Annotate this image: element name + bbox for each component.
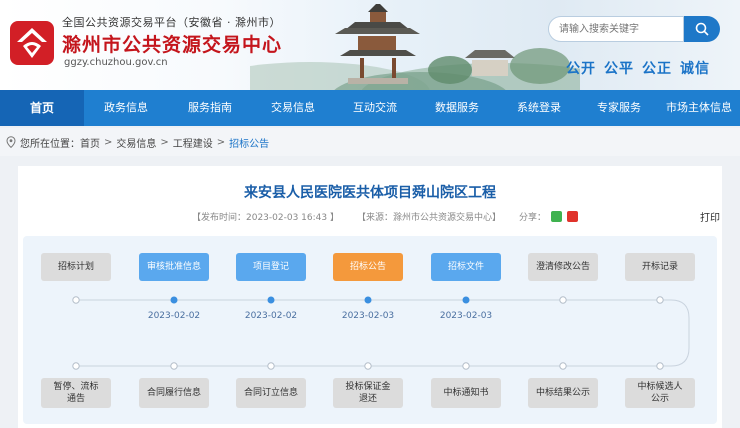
slogan-word: 公平 [604,61,634,77]
breadcrumb-link-construction[interactable]: 工程建设 [173,135,213,150]
search-icon [695,22,709,36]
nav-item-market-entity[interactable]: 市场主体信息 [658,90,740,126]
nav-item-government-info[interactable]: 政务信息 [84,90,168,126]
step-candidate-publicity[interactable]: 中标候选人 公示 [625,378,695,408]
step-deposit-refund[interactable]: 投标保证金 退还 [333,378,403,408]
article-source: 【来源：滁州市公共资源交易中心】 [356,213,501,223]
print-button[interactable]: 打印 [700,209,720,224]
site-domain: ggzy.chuzhou.gov.cn [64,57,168,68]
weibo-share-icon[interactable] [567,211,578,222]
step-award-notice[interactable]: 中标通知书 [431,378,501,408]
step-contract-performance[interactable]: 合同履行信息 [139,378,209,408]
article-card: 来安县人民医院医共体项目舜山院区工程 【发布时间：2023-02-03 16:4… [18,166,722,428]
search-input[interactable] [548,16,684,42]
slogan: 公开 公平 公正 诚信 [566,58,710,78]
step-clarification-notice[interactable]: 澄清修改公告 [528,253,598,281]
step-tender-announcement[interactable]: 招标公告 [333,253,403,281]
step-bidding-plan[interactable]: 招标计划 [41,253,111,281]
breadcrumb: 您所在位置： 首页 > 交易信息 > 工程建设 > 招标公告 [0,128,740,156]
breadcrumb-separator: > [104,136,113,148]
search-button[interactable] [684,16,720,42]
breadcrumb-separator: > [216,136,226,148]
site-header: 全国公共资源交易平台（安徽省 · 滁州市） 滁州市公共资源交易中心 ggzy.c… [0,0,740,90]
nav-item-trade-info[interactable]: 交易信息 [252,90,334,126]
step-approval-info[interactable]: 审核批准信息 [139,253,209,281]
breadcrumb-link-trade-info[interactable]: 交易信息 [116,135,156,150]
slogan-word: 诚信 [680,61,710,77]
step-project-registration[interactable]: 项目登记 [236,253,306,281]
breadcrumb-link-home[interactable]: 首页 [80,135,100,150]
breadcrumb-separator: > [160,136,169,148]
nav-item-expert-service[interactable]: 专家服务 [580,90,658,126]
breadcrumb-prefix: 您所在位置： [20,138,80,150]
nav-item-system-login[interactable]: 系统登录 [498,90,580,126]
slogan-word: 公正 [642,61,672,77]
nav-item-home[interactable]: 首页 [0,90,84,126]
step-award-result[interactable]: 中标结果公示 [528,378,598,408]
step-date: 2023-02-02 [147,311,201,321]
site-title: 滁州市公共资源交易中心 [62,34,283,56]
article-meta: 【发布时间：2023-02-03 16:43 】 【来源：滁州市公共资源交易中心… [192,210,578,223]
slogan-word: 公开 [566,61,596,77]
breadcrumb-current[interactable]: 招标公告 [229,135,269,150]
pavilion-scenery-image [250,4,580,90]
step-date: 2023-02-02 [244,311,298,321]
nav-item-interaction[interactable]: 互动交流 [334,90,416,126]
wechat-share-icon[interactable] [551,211,562,222]
step-bid-opening-record[interactable]: 开标记录 [625,253,695,281]
publish-time: 【发布时间：2023-02-03 16:43 】 [192,213,339,223]
share-label: 分享： [518,213,546,223]
step-tender-documents[interactable]: 招标文件 [431,253,501,281]
process-flow: 招标计划 审核批准信息 项目登记 招标公告 招标文件 澄清修改公告 开标记录 2… [23,236,717,424]
nav-item-service-guide[interactable]: 服务指南 [168,90,252,126]
site-logo-icon [10,21,54,65]
article-title: 来安县人民医院医共体项目舜山院区工程 [244,185,496,201]
location-pin-icon [6,136,16,148]
step-contract-signing[interactable]: 合同订立信息 [236,378,306,408]
platform-subtitle: 全国公共资源交易平台（安徽省 · 滁州市） [62,16,281,29]
step-date: 2023-02-03 [341,311,395,321]
step-suspension-notice[interactable]: 暂停、流标 通告 [41,378,111,408]
main-nav: 首页 政务信息 服务指南 交易信息 互动交流 数据服务 系统登录 专家服务 市场… [0,90,740,126]
step-date: 2023-02-03 [439,311,493,321]
nav-item-data-service[interactable]: 数据服务 [416,90,498,126]
